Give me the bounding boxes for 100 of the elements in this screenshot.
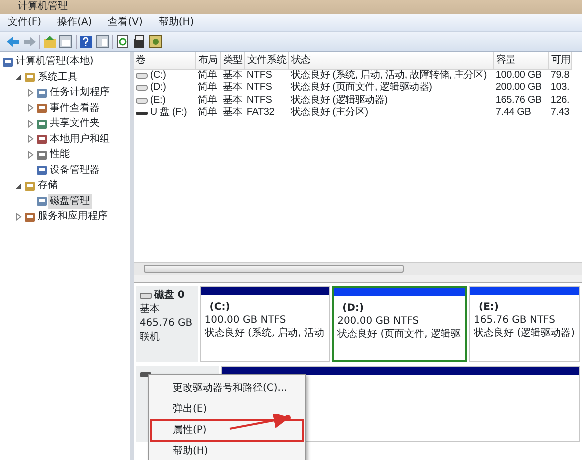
panel-icon[interactable] (59, 34, 73, 48)
node-icon (36, 118, 48, 130)
forward-icon[interactable] (22, 34, 36, 48)
collapsed-arrow-icon[interactable] (26, 88, 36, 98)
tree-item[interactable]: 本地用户和组 (48, 132, 112, 147)
table-cell-text: NTFS (246, 94, 274, 107)
node-icon (24, 210, 36, 223)
table-cell-text: 简单 (196, 94, 218, 107)
tree-item[interactable]: 共享文件夹 (48, 116, 102, 132)
partition-status: 状态良好 (系统, 启动, 活动 (204, 327, 325, 340)
table-cell-text: 7.43 (550, 107, 571, 120)
table-cell: 状态良好 (系统, 启动, 活动, 故障转储, 主分区) (288, 69, 494, 82)
window-title: 计算机管理 (0, 0, 582, 14)
disk-name: 磁盘 0 (154, 289, 185, 303)
tree-item[interactable]: 任务计划程序 (48, 85, 112, 100)
partition-name: (D:) (342, 302, 366, 315)
drive-icon (136, 72, 148, 80)
disk-size: 465.76 GB (140, 317, 194, 331)
table-cell-text: 165.76 GB (494, 94, 543, 107)
tree-item[interactable]: 计算机管理(本地) (14, 54, 96, 70)
column-header[interactable]: 文件系统 (244, 52, 289, 69)
node-icon (36, 86, 48, 99)
menu-item[interactable]: 更改驱动器号和路径(C)... (151, 378, 303, 399)
partition-size: 165.76 GB NTFS (474, 314, 556, 327)
table-cell-text: 基本 (222, 94, 244, 107)
splitter-bar[interactable] (134, 275, 582, 283)
partition-size: 200.00 GB NTFS (338, 315, 420, 328)
table-cell: NTFS (244, 69, 289, 82)
column-header[interactable]: 布局 (196, 52, 221, 69)
table-cell-text: 103. (550, 82, 571, 94)
table-cell-text: 7.44 GB (494, 107, 532, 120)
tree-item[interactable]: 系统工具 (36, 70, 80, 85)
collapsed-arrow-icon[interactable] (14, 212, 24, 222)
collapsed-arrow-icon[interactable] (26, 150, 36, 160)
table-cell: U 盘 (F:) (150, 107, 188, 120)
folder-up-icon[interactable] (42, 34, 56, 48)
partition-block[interactable]: (E:) 165.76 GB NTFS 状态良好 (逻辑驱动器) (469, 286, 580, 362)
table-cell: 简单 (196, 69, 221, 82)
table-cell-text: FAT32 (246, 107, 276, 120)
column-header[interactable]: 卷 (134, 52, 196, 69)
node-icon (36, 133, 48, 146)
table-cell: 100.00 GB (494, 69, 549, 82)
menu-item[interactable]: 帮助(H) (151, 441, 303, 460)
usb-drive-icon (136, 109, 148, 118)
drive-icon (136, 96, 148, 105)
horizontal-scrollbar[interactable] (134, 262, 582, 275)
tree-item[interactable]: 设备管理器 (48, 162, 102, 178)
panel-icon[interactable] (96, 34, 110, 48)
menu-item[interactable]: 查看(V) (100, 14, 151, 32)
column-header[interactable]: 状态 (288, 52, 494, 69)
partition-status: 状态良好 (逻辑驱动器) (474, 327, 575, 340)
table-cell-text: NTFS (246, 82, 274, 94)
scrollbar-thumb[interactable] (144, 265, 404, 273)
menu-item[interactable]: 文件(F) (0, 14, 50, 32)
menu-item[interactable]: 帮助(H) (150, 14, 202, 32)
partition-block[interactable]: (D:) 200.00 GB NTFS 状态良好 (页面文件, 逻辑驱 (332, 286, 468, 362)
help-icon[interactable] (79, 34, 93, 48)
node-icon (36, 195, 48, 208)
collapsed-arrow-icon[interactable] (26, 103, 36, 114)
partition-name: (C:) (208, 301, 232, 314)
collapsed-arrow-icon[interactable] (26, 134, 36, 144)
disk-status: 联机 (140, 331, 161, 345)
table-cell-text: 200.00 GB (494, 82, 543, 94)
tree-item[interactable]: 性能 (48, 147, 72, 162)
refresh-icon[interactable] (116, 34, 130, 48)
partition-block[interactable]: (C:) 100.00 GB NTFS 状态良好 (系统, 启动, 活动 (200, 286, 330, 362)
table-cell-text: 简单 (196, 107, 218, 120)
node-icon (36, 164, 48, 176)
partition-status: 状态良好 (页面文件, 逻辑驱 (338, 328, 462, 341)
tree-item[interactable]: 事件查看器 (48, 100, 102, 116)
table-cell-text: 79.8 (550, 69, 571, 82)
disk-type: 基本 (140, 303, 161, 317)
column-header[interactable]: 容量 (494, 52, 549, 69)
node-icon (36, 102, 48, 114)
table-cell-text: 126. (550, 94, 571, 107)
column-header[interactable]: 类型 (220, 52, 245, 69)
table-cell: 基本 (220, 69, 245, 82)
drive-icon (136, 84, 148, 92)
partition-size: 100.00 GB NTFS (204, 314, 288, 327)
menu-item[interactable]: 弹出(E) (151, 399, 303, 420)
node-icon (2, 56, 14, 68)
node-icon (24, 71, 36, 84)
menu-item[interactable]: 操作(A) (50, 14, 100, 32)
table-cell: (E:) (150, 94, 166, 107)
menu-item[interactable]: 属性(P) (151, 420, 303, 441)
collapsed-arrow-icon[interactable] (26, 118, 36, 129)
back-icon[interactable] (6, 34, 20, 48)
properties-icon[interactable] (132, 34, 146, 48)
tree-item[interactable]: 磁盘管理 (48, 194, 92, 209)
tree-item[interactable]: 服务和应用程序 (36, 209, 110, 224)
tree-item[interactable]: 存储 (36, 178, 60, 194)
table-cell-text: 简单 (196, 82, 218, 94)
node-icon (24, 180, 36, 192)
table-cell-text: 基本 (222, 82, 244, 94)
column-header[interactable]: 可用 (548, 52, 572, 69)
partition-name: (E:) (478, 301, 500, 314)
disk-tool-icon[interactable] (148, 34, 162, 48)
disk-label-panel[interactable]: 磁盘 0 基本 465.76 GB 联机 (136, 286, 198, 362)
node-icon (36, 148, 48, 161)
table-cell: (D:) (150, 82, 166, 94)
